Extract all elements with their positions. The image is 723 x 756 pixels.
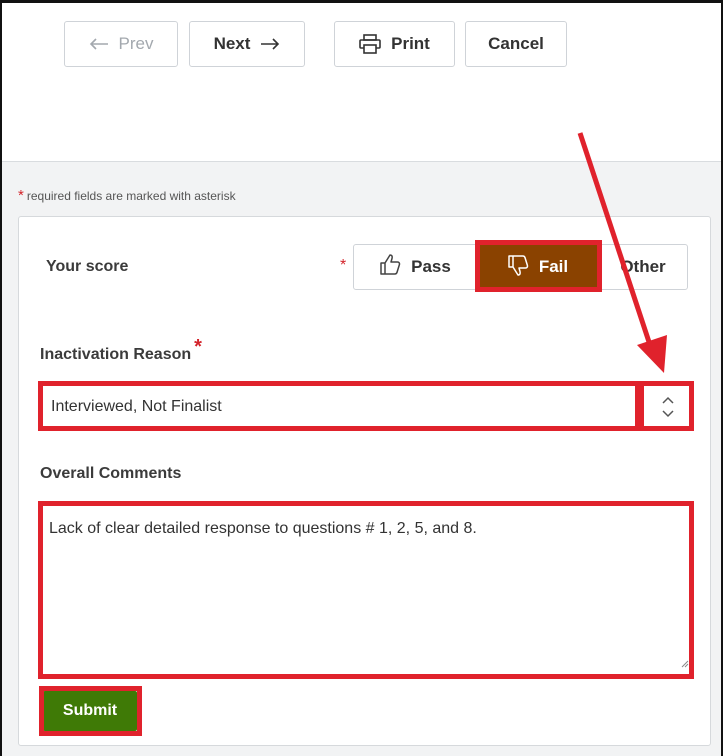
annotation-arrow-icon bbox=[577, 132, 667, 373]
evaluation-form: Prev Next Print Cancel * required fields … bbox=[0, 0, 723, 756]
